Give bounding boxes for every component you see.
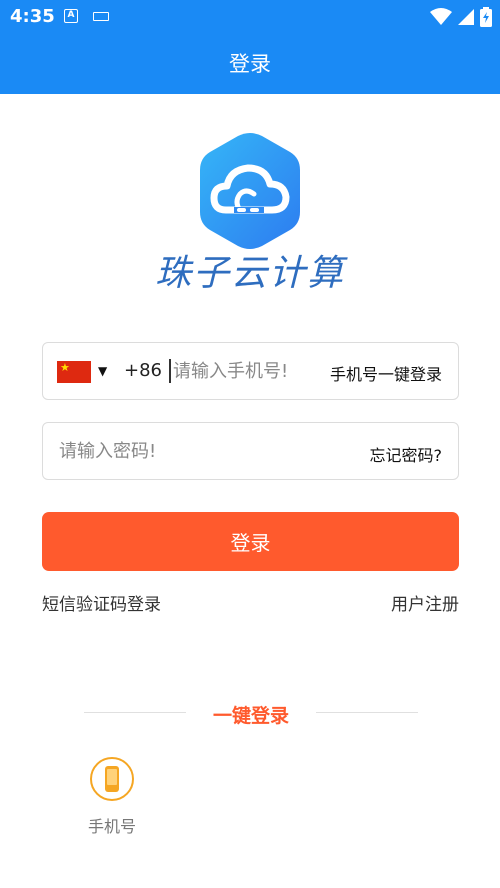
cloud-logo-icon xyxy=(200,133,300,249)
login-button[interactable]: 登录 xyxy=(42,512,459,571)
phone-number-login-option[interactable]: 手机号 xyxy=(82,757,142,837)
app-bar: 登录 xyxy=(0,34,500,94)
mobile-phone-icon[interactable] xyxy=(90,757,134,801)
status-time: 4:35 xyxy=(10,6,55,27)
register-link[interactable]: 用户注册 xyxy=(391,590,459,615)
brand-name: 珠子云计算 xyxy=(154,253,345,294)
flag-star-icon: ★ xyxy=(60,361,70,374)
divider-right xyxy=(316,712,418,713)
phone-field: ★ ▼ +86 手机号一键登录 xyxy=(42,342,459,400)
cellular-signal-icon xyxy=(458,9,474,25)
password-field: 忘记密码? xyxy=(42,422,459,480)
country-dropdown-arrow-icon[interactable]: ▼ xyxy=(98,364,107,378)
phone-option-label: 手机号 xyxy=(87,817,136,836)
sms-code-login-link[interactable]: 短信验证码登录 xyxy=(42,590,161,615)
keyboard-icon xyxy=(93,12,109,21)
a-notification-icon: A xyxy=(64,9,78,23)
status-indicators xyxy=(430,7,492,27)
phone-screen xyxy=(107,769,117,785)
text-cursor xyxy=(169,359,171,383)
phone-shape xyxy=(105,766,119,792)
status-bar: 4:35 A xyxy=(0,0,500,34)
phone-input[interactable] xyxy=(173,355,313,387)
battery-charging-icon xyxy=(480,7,492,27)
one-key-login-link[interactable]: 手机号一键登录 xyxy=(330,361,442,385)
forgot-password-link[interactable]: 忘记密码? xyxy=(370,442,443,466)
wifi-icon xyxy=(430,8,452,25)
page-title: 登录 xyxy=(229,52,271,76)
china-flag-icon[interactable]: ★ xyxy=(57,361,91,383)
password-input[interactable] xyxy=(59,435,339,467)
divider-left xyxy=(84,712,186,713)
country-code[interactable]: +86 xyxy=(124,360,162,381)
one-key-login-title: 一键登录 xyxy=(212,705,289,727)
